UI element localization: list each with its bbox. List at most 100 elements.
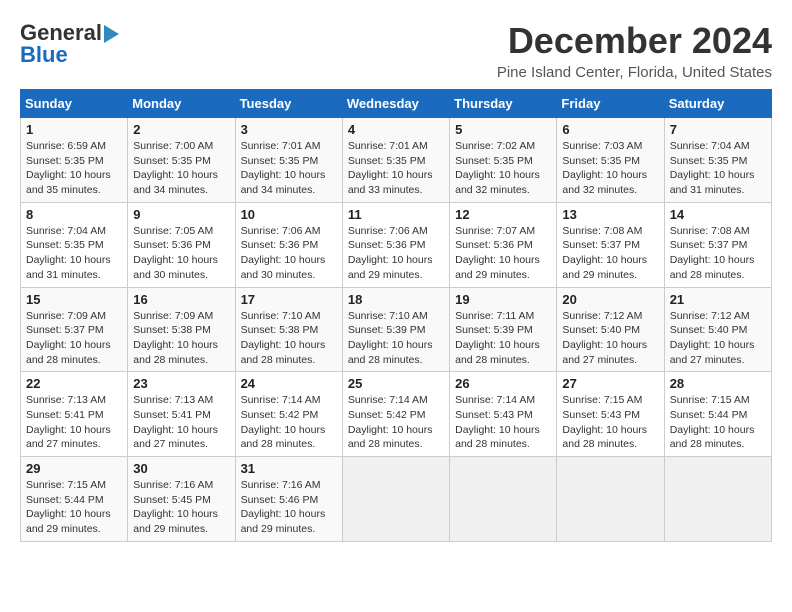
day-detail: Sunrise: 7:07 AMSunset: 5:36 PMDaylight:… <box>455 225 540 281</box>
calendar-week-3: 15 Sunrise: 7:09 AMSunset: 5:37 PMDaylig… <box>21 287 772 372</box>
calendar-week-2: 8 Sunrise: 7:04 AMSunset: 5:35 PMDayligh… <box>21 202 772 287</box>
calendar-cell: 5 Sunrise: 7:02 AMSunset: 5:35 PMDayligh… <box>450 118 557 203</box>
calendar-week-1: 1 Sunrise: 6:59 AMSunset: 5:35 PMDayligh… <box>21 118 772 203</box>
day-detail: Sunrise: 7:15 AMSunset: 5:44 PMDaylight:… <box>670 394 755 450</box>
calendar-cell: 3 Sunrise: 7:01 AMSunset: 5:35 PMDayligh… <box>235 118 342 203</box>
day-detail: Sunrise: 7:02 AMSunset: 5:35 PMDaylight:… <box>455 140 540 196</box>
logo-blue: Blue <box>20 42 68 68</box>
day-detail: Sunrise: 7:05 AMSunset: 5:36 PMDaylight:… <box>133 225 218 281</box>
calendar-cell: 8 Sunrise: 7:04 AMSunset: 5:35 PMDayligh… <box>21 202 128 287</box>
calendar-cell: 6 Sunrise: 7:03 AMSunset: 5:35 PMDayligh… <box>557 118 664 203</box>
day-detail: Sunrise: 7:16 AMSunset: 5:46 PMDaylight:… <box>241 479 326 535</box>
day-detail: Sunrise: 7:15 AMSunset: 5:43 PMDaylight:… <box>562 394 647 450</box>
logo-arrow-icon <box>104 25 119 43</box>
calendar-cell: 25 Sunrise: 7:14 AMSunset: 5:42 PMDaylig… <box>342 372 449 457</box>
day-detail: Sunrise: 7:10 AMSunset: 5:39 PMDaylight:… <box>348 310 433 366</box>
day-number: 5 <box>455 122 551 137</box>
calendar-cell: 15 Sunrise: 7:09 AMSunset: 5:37 PMDaylig… <box>21 287 128 372</box>
day-detail: Sunrise: 7:14 AMSunset: 5:42 PMDaylight:… <box>348 394 433 450</box>
day-detail: Sunrise: 7:12 AMSunset: 5:40 PMDaylight:… <box>670 310 755 366</box>
calendar-table: SundayMondayTuesdayWednesdayThursdayFrid… <box>20 89 772 542</box>
calendar-week-5: 29 Sunrise: 7:15 AMSunset: 5:44 PMDaylig… <box>21 457 772 542</box>
day-number: 27 <box>562 376 658 391</box>
day-detail: Sunrise: 7:00 AMSunset: 5:35 PMDaylight:… <box>133 140 218 196</box>
day-detail: Sunrise: 7:11 AMSunset: 5:39 PMDaylight:… <box>455 310 540 366</box>
calendar-cell: 10 Sunrise: 7:06 AMSunset: 5:36 PMDaylig… <box>235 202 342 287</box>
calendar-cell: 24 Sunrise: 7:14 AMSunset: 5:42 PMDaylig… <box>235 372 342 457</box>
day-number: 26 <box>455 376 551 391</box>
day-number: 30 <box>133 461 229 476</box>
calendar-header-row: SundayMondayTuesdayWednesdayThursdayFrid… <box>21 90 772 118</box>
weekday-header-wednesday: Wednesday <box>342 90 449 118</box>
weekday-header-tuesday: Tuesday <box>235 90 342 118</box>
weekday-header-thursday: Thursday <box>450 90 557 118</box>
calendar-cell: 29 Sunrise: 7:15 AMSunset: 5:44 PMDaylig… <box>21 457 128 542</box>
day-number: 20 <box>562 292 658 307</box>
calendar-cell: 31 Sunrise: 7:16 AMSunset: 5:46 PMDaylig… <box>235 457 342 542</box>
calendar-cell: 30 Sunrise: 7:16 AMSunset: 5:45 PMDaylig… <box>128 457 235 542</box>
calendar-cell: 23 Sunrise: 7:13 AMSunset: 5:41 PMDaylig… <box>128 372 235 457</box>
calendar-cell: 11 Sunrise: 7:06 AMSunset: 5:36 PMDaylig… <box>342 202 449 287</box>
calendar-cell: 19 Sunrise: 7:11 AMSunset: 5:39 PMDaylig… <box>450 287 557 372</box>
day-detail: Sunrise: 7:14 AMSunset: 5:43 PMDaylight:… <box>455 394 540 450</box>
day-detail: Sunrise: 7:10 AMSunset: 5:38 PMDaylight:… <box>241 310 326 366</box>
day-number: 1 <box>26 122 122 137</box>
day-detail: Sunrise: 7:14 AMSunset: 5:42 PMDaylight:… <box>241 394 326 450</box>
day-number: 18 <box>348 292 444 307</box>
day-number: 7 <box>670 122 766 137</box>
calendar-cell: 18 Sunrise: 7:10 AMSunset: 5:39 PMDaylig… <box>342 287 449 372</box>
calendar-cell: 14 Sunrise: 7:08 AMSunset: 5:37 PMDaylig… <box>664 202 771 287</box>
day-detail: Sunrise: 6:59 AMSunset: 5:35 PMDaylight:… <box>26 140 111 196</box>
day-number: 11 <box>348 207 444 222</box>
day-number: 13 <box>562 207 658 222</box>
calendar-cell: 28 Sunrise: 7:15 AMSunset: 5:44 PMDaylig… <box>664 372 771 457</box>
weekday-header-friday: Friday <box>557 90 664 118</box>
day-detail: Sunrise: 7:03 AMSunset: 5:35 PMDaylight:… <box>562 140 647 196</box>
calendar-cell: 1 Sunrise: 6:59 AMSunset: 5:35 PMDayligh… <box>21 118 128 203</box>
day-number: 9 <box>133 207 229 222</box>
calendar-cell <box>342 457 449 542</box>
month-title: December 2024 <box>497 20 772 62</box>
day-number: 22 <box>26 376 122 391</box>
calendar-cell: 26 Sunrise: 7:14 AMSunset: 5:43 PMDaylig… <box>450 372 557 457</box>
day-number: 19 <box>455 292 551 307</box>
day-detail: Sunrise: 7:01 AMSunset: 5:35 PMDaylight:… <box>241 140 326 196</box>
calendar-cell: 13 Sunrise: 7:08 AMSunset: 5:37 PMDaylig… <box>557 202 664 287</box>
weekday-header-monday: Monday <box>128 90 235 118</box>
calendar-cell: 27 Sunrise: 7:15 AMSunset: 5:43 PMDaylig… <box>557 372 664 457</box>
calendar-cell: 20 Sunrise: 7:12 AMSunset: 5:40 PMDaylig… <box>557 287 664 372</box>
calendar-cell: 12 Sunrise: 7:07 AMSunset: 5:36 PMDaylig… <box>450 202 557 287</box>
day-number: 17 <box>241 292 337 307</box>
day-number: 10 <box>241 207 337 222</box>
day-detail: Sunrise: 7:12 AMSunset: 5:40 PMDaylight:… <box>562 310 647 366</box>
logo: General Blue <box>20 20 119 68</box>
day-detail: Sunrise: 7:08 AMSunset: 5:37 PMDaylight:… <box>670 225 755 281</box>
calendar-cell: 4 Sunrise: 7:01 AMSunset: 5:35 PMDayligh… <box>342 118 449 203</box>
day-number: 2 <box>133 122 229 137</box>
calendar-cell <box>450 457 557 542</box>
day-number: 28 <box>670 376 766 391</box>
day-number: 12 <box>455 207 551 222</box>
day-detail: Sunrise: 7:09 AMSunset: 5:37 PMDaylight:… <box>26 310 111 366</box>
day-number: 29 <box>26 461 122 476</box>
day-detail: Sunrise: 7:16 AMSunset: 5:45 PMDaylight:… <box>133 479 218 535</box>
calendar-cell: 21 Sunrise: 7:12 AMSunset: 5:40 PMDaylig… <box>664 287 771 372</box>
day-number: 24 <box>241 376 337 391</box>
calendar-cell: 22 Sunrise: 7:13 AMSunset: 5:41 PMDaylig… <box>21 372 128 457</box>
day-number: 21 <box>670 292 766 307</box>
day-number: 25 <box>348 376 444 391</box>
day-number: 14 <box>670 207 766 222</box>
weekday-header-saturday: Saturday <box>664 90 771 118</box>
day-detail: Sunrise: 7:01 AMSunset: 5:35 PMDaylight:… <box>348 140 433 196</box>
calendar-cell: 17 Sunrise: 7:10 AMSunset: 5:38 PMDaylig… <box>235 287 342 372</box>
day-detail: Sunrise: 7:08 AMSunset: 5:37 PMDaylight:… <box>562 225 647 281</box>
calendar-cell <box>557 457 664 542</box>
day-number: 31 <box>241 461 337 476</box>
day-number: 15 <box>26 292 122 307</box>
calendar-cell: 16 Sunrise: 7:09 AMSunset: 5:38 PMDaylig… <box>128 287 235 372</box>
day-number: 8 <box>26 207 122 222</box>
location-title: Pine Island Center, Florida, United Stat… <box>497 64 772 81</box>
day-detail: Sunrise: 7:13 AMSunset: 5:41 PMDaylight:… <box>26 394 111 450</box>
day-detail: Sunrise: 7:04 AMSunset: 5:35 PMDaylight:… <box>670 140 755 196</box>
day-detail: Sunrise: 7:13 AMSunset: 5:41 PMDaylight:… <box>133 394 218 450</box>
